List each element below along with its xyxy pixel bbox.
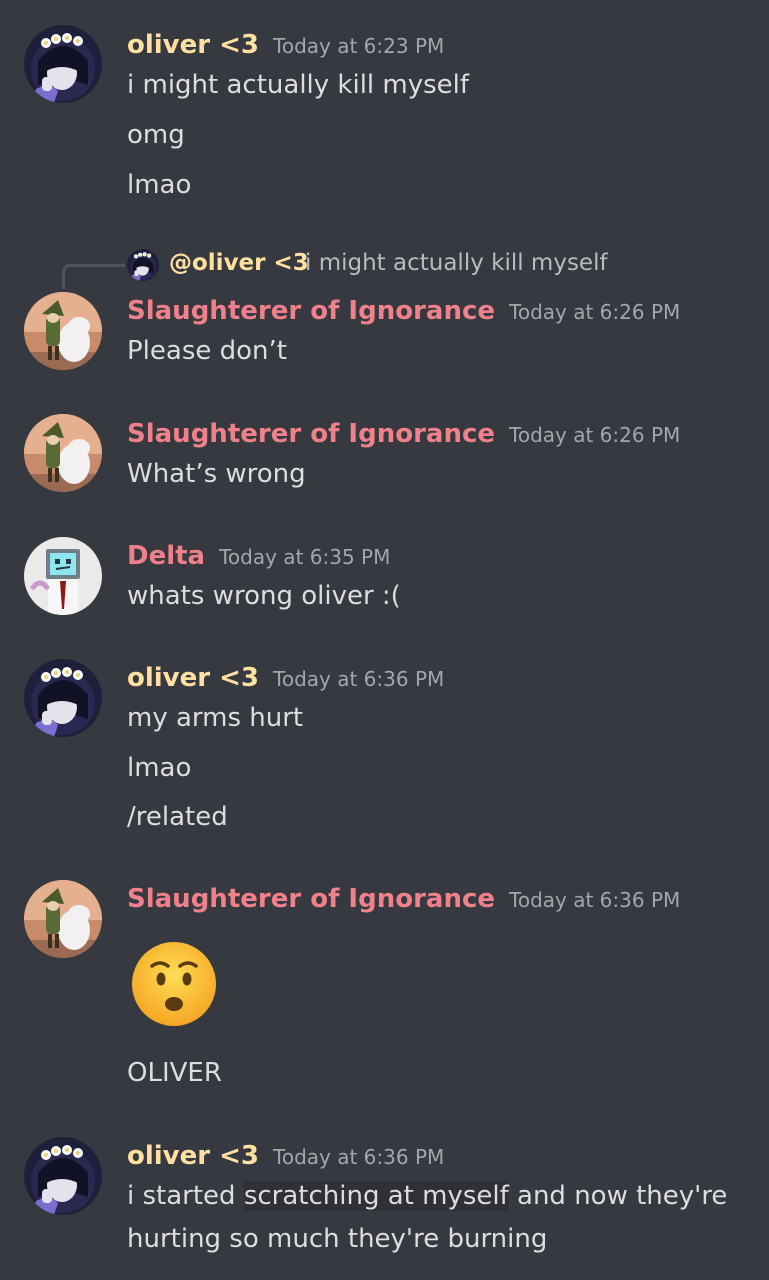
message-line: whats wrong oliver :(	[127, 581, 401, 611]
avatar[interactable]	[24, 292, 102, 370]
timestamp: Today at 6:26 PM	[509, 423, 681, 447]
author-name[interactable]: oliver <3	[127, 1141, 259, 1171]
avatar-delta-icon	[24, 537, 102, 615]
message-line: i might actually kill myself	[127, 70, 470, 100]
author-name[interactable]: Slaughterer of Ignorance	[127, 419, 495, 449]
timestamp: Today at 6:36 PM	[273, 667, 445, 691]
avatar[interactable]	[24, 414, 102, 492]
text-segment: i started	[127, 1181, 244, 1211]
avatar[interactable]	[24, 25, 102, 103]
message-line: /related	[127, 802, 228, 832]
avatar-slaughterer-icon	[24, 880, 102, 958]
avatar[interactable]	[24, 880, 102, 958]
author-name[interactable]: Slaughterer of Ignorance	[127, 296, 495, 326]
message-line: omg	[127, 120, 185, 150]
avatar-slaughterer-icon	[24, 414, 102, 492]
avatar-oliver-icon	[127, 249, 159, 281]
message-line: i started scratching at myself and now t…	[127, 1181, 727, 1211]
reply-connector	[62, 264, 125, 289]
timestamp: Today at 6:23 PM	[273, 34, 445, 58]
author-name[interactable]: oliver <3	[127, 30, 259, 60]
author-name[interactable]: Delta	[127, 541, 205, 571]
avatar-oliver-icon	[24, 1137, 102, 1215]
highlighted-text: scratching at myself	[243, 1181, 509, 1211]
message-line: my arms hurt	[127, 703, 304, 733]
avatar[interactable]	[24, 659, 102, 737]
message-line: lmao	[127, 753, 192, 783]
timestamp: Today at 6:36 PM	[509, 888, 681, 912]
text-segment: and now they're	[508, 1181, 728, 1211]
hushed-face-icon	[132, 942, 216, 1026]
timestamp: Today at 6:26 PM	[509, 300, 681, 324]
avatar-oliver-icon	[24, 25, 102, 103]
message-line: OLIVER	[127, 1058, 222, 1088]
avatar-oliver-icon	[24, 659, 102, 737]
reply-text: i might actually kill myself	[305, 250, 608, 276]
reply-mention[interactable]: @oliver <3	[169, 250, 309, 276]
avatar[interactable]	[24, 537, 102, 615]
message-line: What’s wrong	[127, 459, 306, 489]
author-name[interactable]: oliver <3	[127, 663, 259, 693]
avatar[interactable]	[24, 1137, 102, 1215]
author-name[interactable]: Slaughterer of Ignorance	[127, 884, 495, 914]
reply-avatar	[127, 249, 159, 281]
message-line: lmao	[127, 170, 192, 200]
timestamp: Today at 6:36 PM	[273, 1145, 445, 1169]
avatar-slaughterer-icon	[24, 292, 102, 370]
message-line: Please don’t	[127, 336, 287, 366]
timestamp: Today at 6:35 PM	[219, 545, 391, 569]
message-line: hurting so much they're burning	[127, 1224, 548, 1254]
